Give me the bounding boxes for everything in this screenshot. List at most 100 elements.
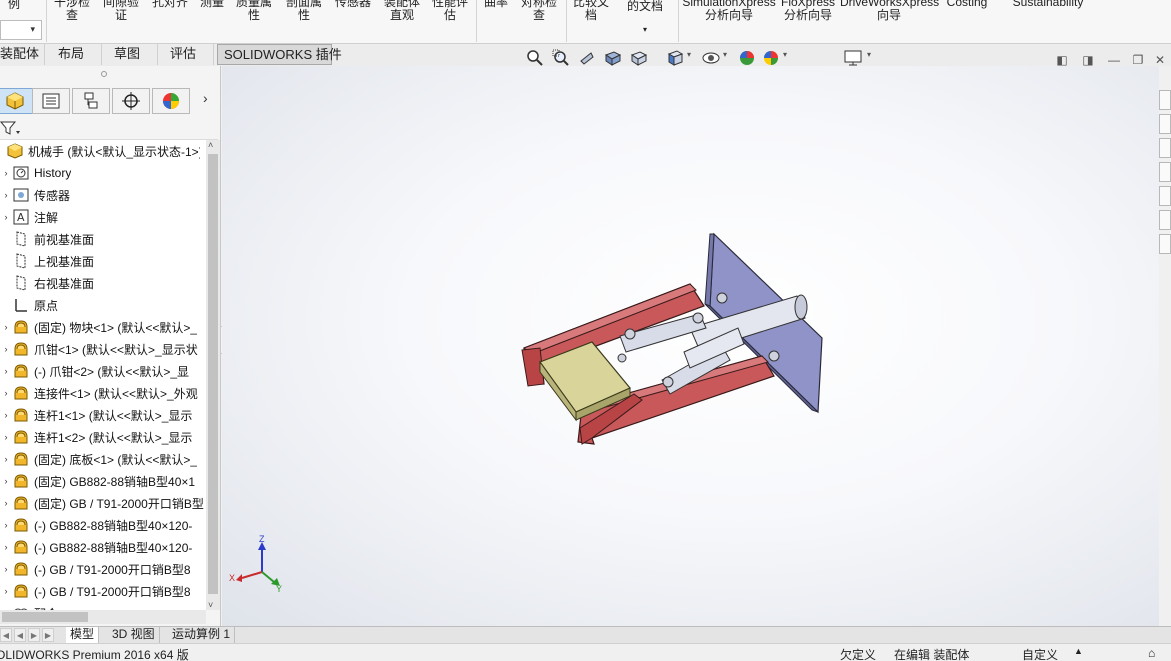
restore-icon[interactable]: ❐	[1130, 52, 1146, 68]
last-tab-icon[interactable]: ▶	[42, 628, 54, 642]
scroll-thumb[interactable]	[208, 154, 218, 594]
tree-item[interactable]: › (-) GB / T91-2000开口销B型8	[0, 558, 206, 580]
tree-item[interactable]: 前视基准面	[0, 228, 206, 250]
symmetry-button[interactable]: 对称检查	[516, 0, 562, 22]
tree-item[interactable]: › (-) 爪钳<2> (默认<<默认>_显	[0, 360, 206, 382]
doc-button[interactable]: 的文档 ▾	[622, 0, 668, 36]
tree-item[interactable]: 右视基准面	[0, 272, 206, 294]
tree-item[interactable]: ›配合	[0, 602, 206, 610]
scene-button[interactable]	[761, 48, 781, 68]
scroll-thumb[interactable]	[2, 612, 88, 622]
tab-motion-study[interactable]: 运动算例 1	[168, 627, 236, 643]
units-custom[interactable]: 自定义	[1022, 646, 1058, 661]
chevron-right-icon[interactable]: ›	[0, 344, 12, 354]
tree-vertical-scrollbar[interactable]: ˄ ˅	[206, 140, 220, 610]
previous-view-button[interactable]	[577, 48, 597, 68]
tree-item[interactable]: › (-) GB882-88销轴B型40×120-	[0, 514, 206, 536]
tab-evaluate[interactable]: 评估	[164, 44, 214, 65]
tree-item[interactable]: › 传感器	[0, 184, 206, 206]
tree-item[interactable]: › 连接件<1> (默认<<默认>_外观	[0, 382, 206, 404]
clearance-button[interactable]: 间隙验证	[99, 0, 143, 22]
tree-item[interactable]: › (固定) GB / T91-2000开口销B型	[0, 492, 206, 514]
design-library-icon[interactable]	[1159, 114, 1171, 134]
file-explorer-icon[interactable]	[1159, 138, 1171, 158]
tree-item[interactable]: › (固定) 底板<1> (默认<<默认>_	[0, 448, 206, 470]
tree-root[interactable]: 机械手 (默认<默认_显示状态-1>)	[0, 140, 200, 162]
zoom-area-button[interactable]	[551, 48, 571, 68]
chevron-right-icon[interactable]: ›	[0, 542, 12, 552]
tile-right-icon[interactable]: ◨	[1080, 52, 1096, 68]
assembly-visual-button[interactable]: 装配体直观	[380, 0, 424, 22]
zoom-to-fit-button[interactable]	[525, 48, 545, 68]
chevron-right-icon[interactable]: ›	[0, 454, 12, 464]
property-manager-tab[interactable]	[32, 88, 70, 114]
tree-item[interactable]: › History	[0, 162, 206, 184]
chevron-right-icon[interactable]: ›	[0, 520, 12, 530]
config-manager-tab[interactable]	[72, 88, 110, 114]
chevron-right-icon[interactable]: ›	[0, 366, 12, 376]
chevron-up-icon[interactable]: ▲	[1074, 646, 1083, 656]
feature-tree-tab[interactable]	[0, 88, 34, 114]
chevron-down-icon[interactable]: ˅	[208, 600, 213, 610]
tile-left-icon[interactable]: ◧	[1054, 52, 1070, 68]
chevron-right-icon[interactable]: ›	[0, 476, 12, 486]
perf-eval-button[interactable]: 性能评估	[428, 0, 472, 22]
chevron-up-icon[interactable]: ˄	[208, 140, 213, 150]
mass-props-button[interactable]: 质量属性	[232, 0, 276, 22]
tree-item[interactable]: › 连杆1<1> (默认<<默认>_显示	[0, 404, 206, 426]
tab-3d-view[interactable]: 3D 视图	[108, 627, 160, 643]
next-tab-icon[interactable]: ▶	[28, 628, 40, 642]
view-palette-icon[interactable]	[1159, 162, 1171, 182]
chevron-down-icon[interactable]: ▾	[867, 50, 871, 59]
tree-item[interactable]: › (-) GB / T91-2000开口销B型8	[0, 580, 206, 602]
panel-grip[interactable]	[101, 71, 107, 77]
tab-layout[interactable]: 布局	[52, 44, 102, 65]
tab-sketch[interactable]: 草图	[108, 44, 158, 65]
chevron-right-icon[interactable]: ›	[0, 168, 12, 178]
sensor-button[interactable]: 传感器	[330, 0, 376, 9]
interference-button[interactable]: 干涉检查	[52, 0, 92, 22]
tab-addins[interactable]: SOLIDWORKS 插件	[217, 44, 342, 65]
chevron-down-icon[interactable]: ▾	[687, 50, 691, 59]
tree-item[interactable]: › A 注解	[0, 206, 206, 228]
compare-doc-button[interactable]: 比较文档	[570, 0, 612, 22]
floxpress-button[interactable]: FloXpress 分析向导	[780, 0, 836, 22]
first-tab-icon[interactable]: ◀	[0, 628, 12, 642]
chevron-down-icon[interactable]: ▾	[723, 50, 727, 59]
tree-item[interactable]: › 连杆1<2> (默认<<默认>_显示	[0, 426, 206, 448]
chevron-right-icon[interactable]: ›	[0, 498, 12, 508]
graphics-viewport[interactable]: Z X Y	[222, 66, 1159, 626]
chevron-right-icon[interactable]: ›	[0, 190, 12, 200]
custom-properties-icon[interactable]	[1159, 210, 1171, 230]
hole-align-button[interactable]: 孔对齐	[150, 0, 190, 9]
chevron-right-icon[interactable]: ›	[0, 410, 12, 420]
tree-item[interactable]: › 爪钳<1> (默认<<默认>_显示状	[0, 338, 206, 360]
section-view-button[interactable]	[603, 48, 623, 68]
home-icon[interactable]	[1159, 90, 1171, 110]
chevron-right-icon[interactable]: ›	[0, 388, 12, 398]
dimxpert-tab[interactable]	[112, 88, 150, 114]
chevron-down-icon[interactable]: ▾	[783, 50, 787, 59]
costing-button[interactable]: Costing	[944, 0, 990, 9]
chevron-right-icon[interactable]: ›	[0, 212, 12, 222]
tab-assembly[interactable]: 装配体	[0, 44, 45, 65]
tree-item[interactable]: › (固定) 物块<1> (默认<<默认>_	[0, 316, 206, 338]
measure-button[interactable]: 测量	[198, 0, 226, 9]
filter-icon[interactable]	[0, 120, 22, 136]
config-combo[interactable]: ▾	[0, 20, 42, 40]
minimize-icon[interactable]: —	[1106, 52, 1122, 68]
dynamic-annotation-button[interactable]	[629, 48, 649, 68]
forum-icon[interactable]	[1159, 234, 1171, 254]
curvature-button[interactable]: 曲率	[482, 0, 510, 9]
appearance-button[interactable]	[737, 48, 757, 68]
view-settings-button[interactable]	[843, 48, 863, 68]
display-manager-tab[interactable]	[152, 88, 190, 114]
tab-model[interactable]: 模型	[66, 627, 100, 643]
display-style-button[interactable]	[701, 48, 721, 68]
sustainability-button[interactable]: Sustainability	[1010, 0, 1086, 9]
tree-item[interactable]: › (-) GB882-88销轴B型40×120-	[0, 536, 206, 558]
section-props-button[interactable]: 剖面属性	[282, 0, 326, 22]
model-3d-view[interactable]	[222, 66, 1159, 626]
appearances-icon[interactable]	[1159, 186, 1171, 206]
tree-horizontal-scrollbar[interactable]	[0, 610, 206, 624]
